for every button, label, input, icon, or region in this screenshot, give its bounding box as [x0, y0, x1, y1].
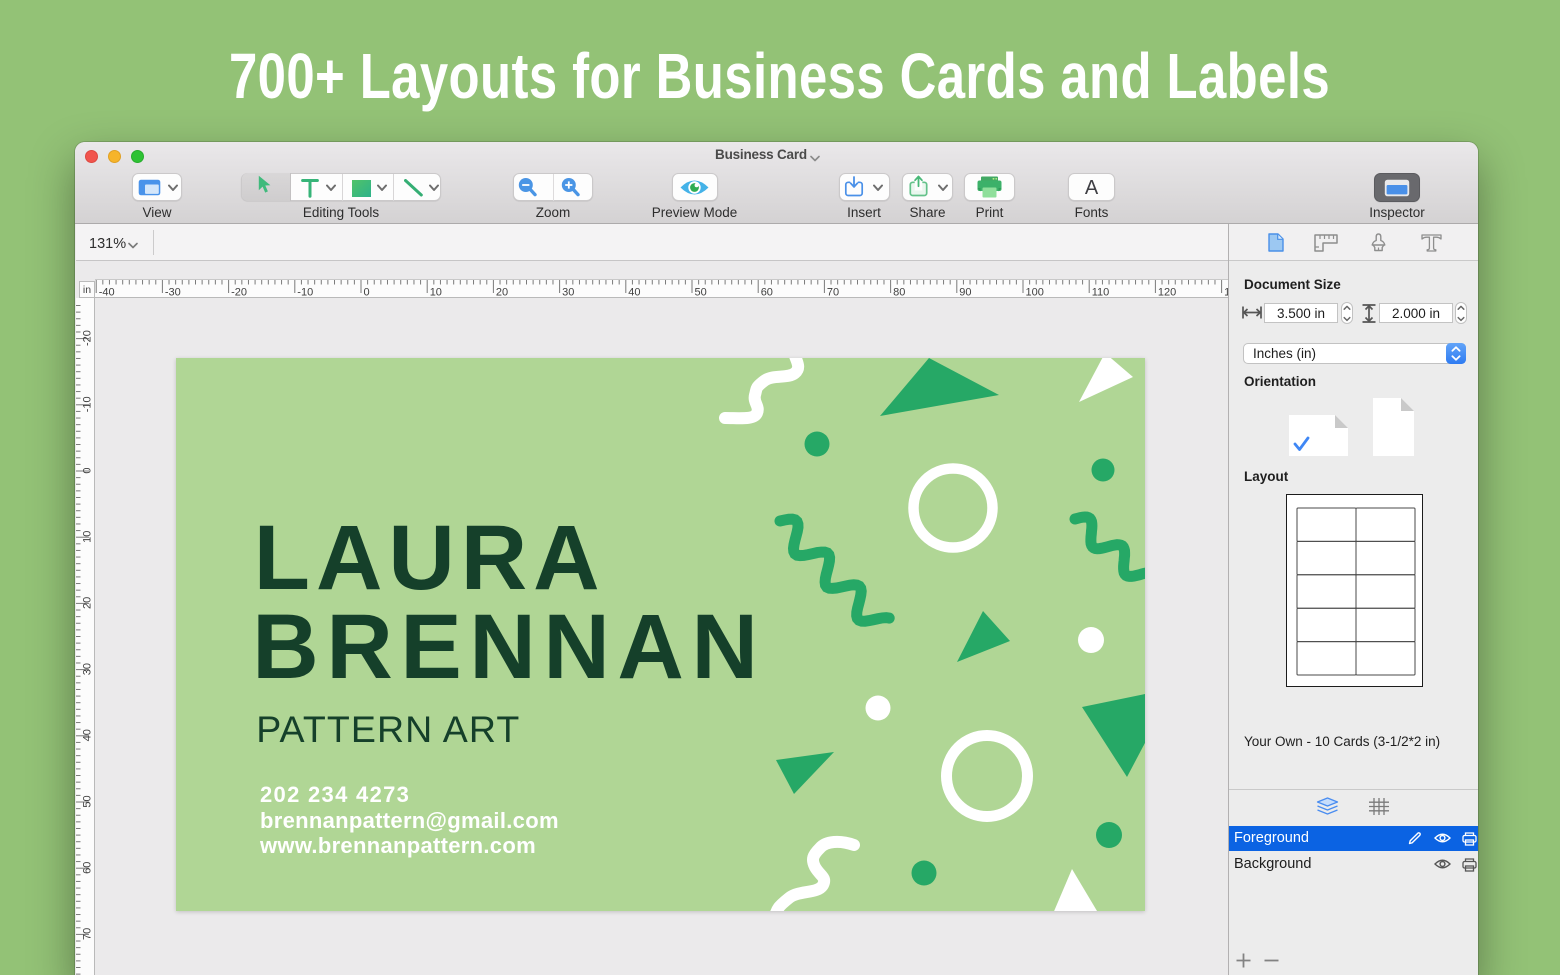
svg-text:-20: -20: [231, 286, 247, 298]
svg-text:-10: -10: [82, 396, 94, 412]
svg-text:50: 50: [82, 795, 94, 807]
svg-text:-20: -20: [82, 330, 94, 346]
svg-text:20: 20: [82, 596, 94, 608]
svg-text:10: 10: [82, 530, 94, 542]
svg-text:70: 70: [82, 927, 94, 939]
svg-text:90: 90: [959, 286, 971, 298]
svg-text:0: 0: [364, 286, 370, 298]
svg-text:50: 50: [695, 286, 707, 298]
svg-text:60: 60: [82, 861, 94, 873]
svg-text:-10: -10: [297, 286, 313, 298]
svg-text:70: 70: [827, 286, 839, 298]
svg-text:40: 40: [628, 286, 640, 298]
svg-text:20: 20: [496, 286, 508, 298]
svg-text:110: 110: [1092, 286, 1110, 298]
svg-text:120: 120: [1158, 286, 1176, 298]
svg-text:40: 40: [82, 729, 94, 741]
svg-text:80: 80: [893, 286, 905, 298]
svg-text:30: 30: [82, 662, 94, 674]
svg-text:30: 30: [562, 286, 574, 298]
svg-text:-40: -40: [99, 286, 115, 298]
svg-text:60: 60: [761, 286, 773, 298]
svg-text:100: 100: [1026, 286, 1044, 298]
svg-text:0: 0: [82, 467, 94, 473]
svg-text:-30: -30: [165, 286, 181, 298]
svg-text:10: 10: [430, 286, 442, 298]
